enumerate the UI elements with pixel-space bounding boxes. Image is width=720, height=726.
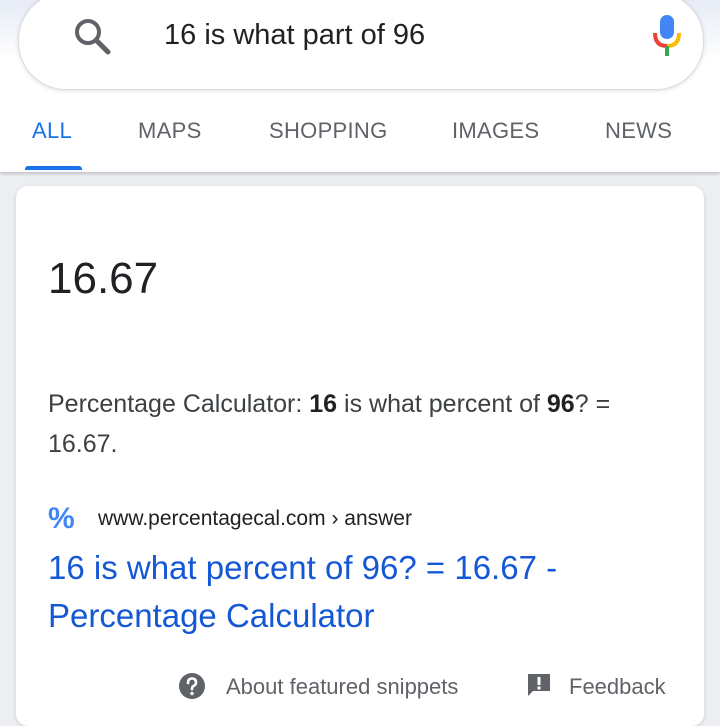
snippet-text-bold: 96 [546,390,575,418]
snippet-text-part: is what percent of [337,390,547,418]
search-icon[interactable] [71,15,115,59]
featured-snippet-card: 16.67 Percentage Calculator: 16 is what … [16,186,704,726]
tab-all[interactable]: ALL [32,118,72,144]
search-tabs: ALL MAPS SHOPPING IMAGES NEWS [0,112,720,172]
about-featured-snippets-link[interactable]: About featured snippets [226,674,458,700]
top-bar: 16 is what part of 96 ALL MAPS SHOPPING … [0,0,720,172]
snippet-text-part: Percentage Calculator: [48,390,310,418]
tab-shopping[interactable]: SHOPPING [269,118,388,144]
mic-icon[interactable] [651,13,683,59]
snippet-footer: About featured snippets Feedback [16,666,704,706]
search-box[interactable]: 16 is what part of 96 [18,0,704,90]
snippet-text-bold: 16 [309,390,338,418]
result-title-link[interactable]: 16 is what percent of 96? = 16.67 - Perc… [48,544,648,640]
answer-value: 16.67 [48,254,159,303]
source-url[interactable]: www.percentagecal.com › answer [98,507,412,531]
active-tab-indicator [25,166,82,170]
help-circle-icon[interactable] [178,672,206,700]
snippet-text: Percentage Calculator: 16 is what percen… [48,384,668,464]
tab-news[interactable]: NEWS [605,118,672,144]
tab-images[interactable]: IMAGES [452,118,539,144]
feedback-icon[interactable] [526,672,552,698]
feedback-link[interactable]: Feedback [569,674,666,700]
tab-maps[interactable]: MAPS [138,118,202,144]
search-input[interactable]: 16 is what part of 96 [164,19,425,52]
percent-favicon-icon: % [48,502,75,535]
